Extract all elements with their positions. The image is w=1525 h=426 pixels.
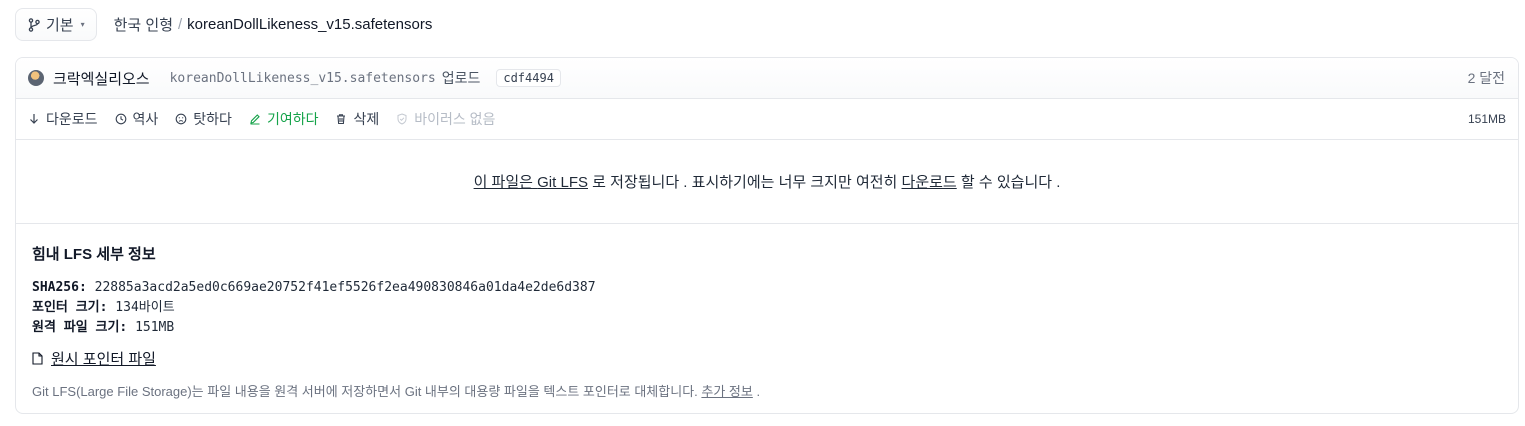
lfs-details-section: 힘내 LFS 세부 정보 SHA256: 22885a3acd2a5ed0c66…: [16, 224, 1518, 400]
branch-icon: [28, 17, 40, 32]
top-bar: 기본 ▾ 한국 인형 / koreanDollLikeness_v15.safe…: [15, 8, 432, 41]
commit-message-filename[interactable]: koreanDollLikeness_v15.safetensors: [170, 71, 436, 86]
frown-face-icon: [175, 113, 187, 125]
download-arrow-icon: [30, 114, 38, 124]
file-size: 151MB: [1467, 112, 1506, 126]
shield-check-icon: [397, 113, 407, 125]
remote-size-label: 원격 파일 크기:: [32, 320, 128, 335]
delete-button[interactable]: 삭제: [335, 109, 379, 129]
lfs-notice-part1: 이 파일은: [473, 174, 533, 191]
lfs-notice-text: 이 파일은 Git LFS 로 저장됩니다 . 표시하기에는 너무 크지만 여전…: [474, 171, 1061, 192]
commit-age: 2 달전: [1467, 70, 1505, 86]
remote-size-value: 151MB: [135, 320, 175, 335]
lfs-notice-part2: 로 저장됩니다 . 표시하기에는 너무 크지만 여전히: [592, 174, 898, 191]
download-label: 다운로드: [46, 111, 98, 127]
avatar[interactable]: [28, 70, 44, 86]
lfs-explanation-end: .: [756, 384, 761, 399]
file-icon: [32, 352, 43, 365]
raw-pointer-file-link[interactable]: 원시 포인터 파일: [32, 348, 1502, 369]
download-button[interactable]: 다운로드: [28, 109, 98, 129]
blame-label: 탓하다: [193, 111, 232, 127]
contribute-label: 기여하다: [266, 111, 319, 127]
commit-message-suffix[interactable]: 업로드: [442, 68, 481, 88]
pointer-size-value: 134바이트: [115, 300, 175, 315]
branch-label: 기본: [46, 17, 74, 34]
last-commit-row: 크락엑실리오스 koreanDollLikeness_v15.safetenso…: [16, 58, 1518, 99]
lfs-details-title: 힘내 LFS 세부 정보: [32, 246, 156, 263]
git-lfs-link: Git LFS: [537, 174, 588, 191]
sha256-value: 22885a3acd2a5ed0c669ae20752f41ef5526f2ea…: [94, 280, 596, 295]
virus-scan-status: 바이러스 없음: [396, 109, 495, 129]
lfs-notice-part3: 할 수 있습니다 .: [960, 174, 1061, 191]
breadcrumb: 한국 인형 / koreanDollLikeness_v15.safetenso…: [114, 14, 433, 35]
lfs-notice-link[interactable]: 이 파일은 Git LFS: [474, 174, 588, 191]
lfs-explanation: Git LFS(Large File Storage)는 파일 내용을 원격 서…: [32, 381, 1502, 400]
pencil-icon: [250, 114, 260, 125]
lfs-explanation-text: Git LFS(Large File Storage)는 파일 내용을 원격 서…: [32, 384, 698, 399]
history-button[interactable]: 역사: [115, 109, 159, 129]
contribute-button[interactable]: 기여하다: [249, 109, 319, 129]
sha256-row: SHA256: 22885a3acd2a5ed0c669ae20752f41ef…: [32, 278, 1502, 298]
breadcrumb-file: koreanDollLikeness_v15.safetensors: [187, 16, 433, 33]
sha256-label: SHA256:: [32, 280, 87, 295]
pointer-size-label: 포인터 크기:: [32, 300, 108, 315]
pointer-size-row: 포인터 크기: 134바이트: [32, 298, 1502, 318]
clock-icon: [115, 113, 126, 125]
history-label: 역사: [132, 111, 159, 127]
blame-button[interactable]: 탓하다: [175, 109, 232, 129]
commit-sha-badge[interactable]: cdf4494: [496, 69, 561, 87]
file-card: 크락엑실리오스 koreanDollLikeness_v15.safetenso…: [15, 57, 1519, 414]
trash-icon: [337, 114, 346, 125]
virus-scan-label: 바이러스 없음: [414, 111, 496, 127]
breadcrumb-separator: /: [178, 16, 183, 33]
delete-label: 삭제: [353, 111, 380, 127]
file-actions-row: 다운로드 역사 탓하다 기여하다 삭제 바이러스 없음 151MB: [16, 99, 1518, 140]
lfs-download-link[interactable]: 다운로드: [902, 174, 957, 191]
raw-pointer-file-label: 원시 포인터 파일: [51, 351, 156, 368]
chevron-down-icon: ▾: [80, 20, 85, 29]
lfs-notice: 이 파일은 Git LFS 로 저장됩니다 . 표시하기에는 너무 크지만 여전…: [16, 140, 1518, 224]
commit-author[interactable]: 크락엑실리오스: [53, 68, 150, 89]
more-info-link[interactable]: 추가 정보: [701, 384, 752, 399]
breadcrumb-repo-link[interactable]: 한국 인형: [114, 14, 173, 35]
remote-size-row: 원격 파일 크기: 151MB: [32, 318, 1502, 338]
branch-selector-button[interactable]: 기본 ▾: [15, 8, 97, 41]
